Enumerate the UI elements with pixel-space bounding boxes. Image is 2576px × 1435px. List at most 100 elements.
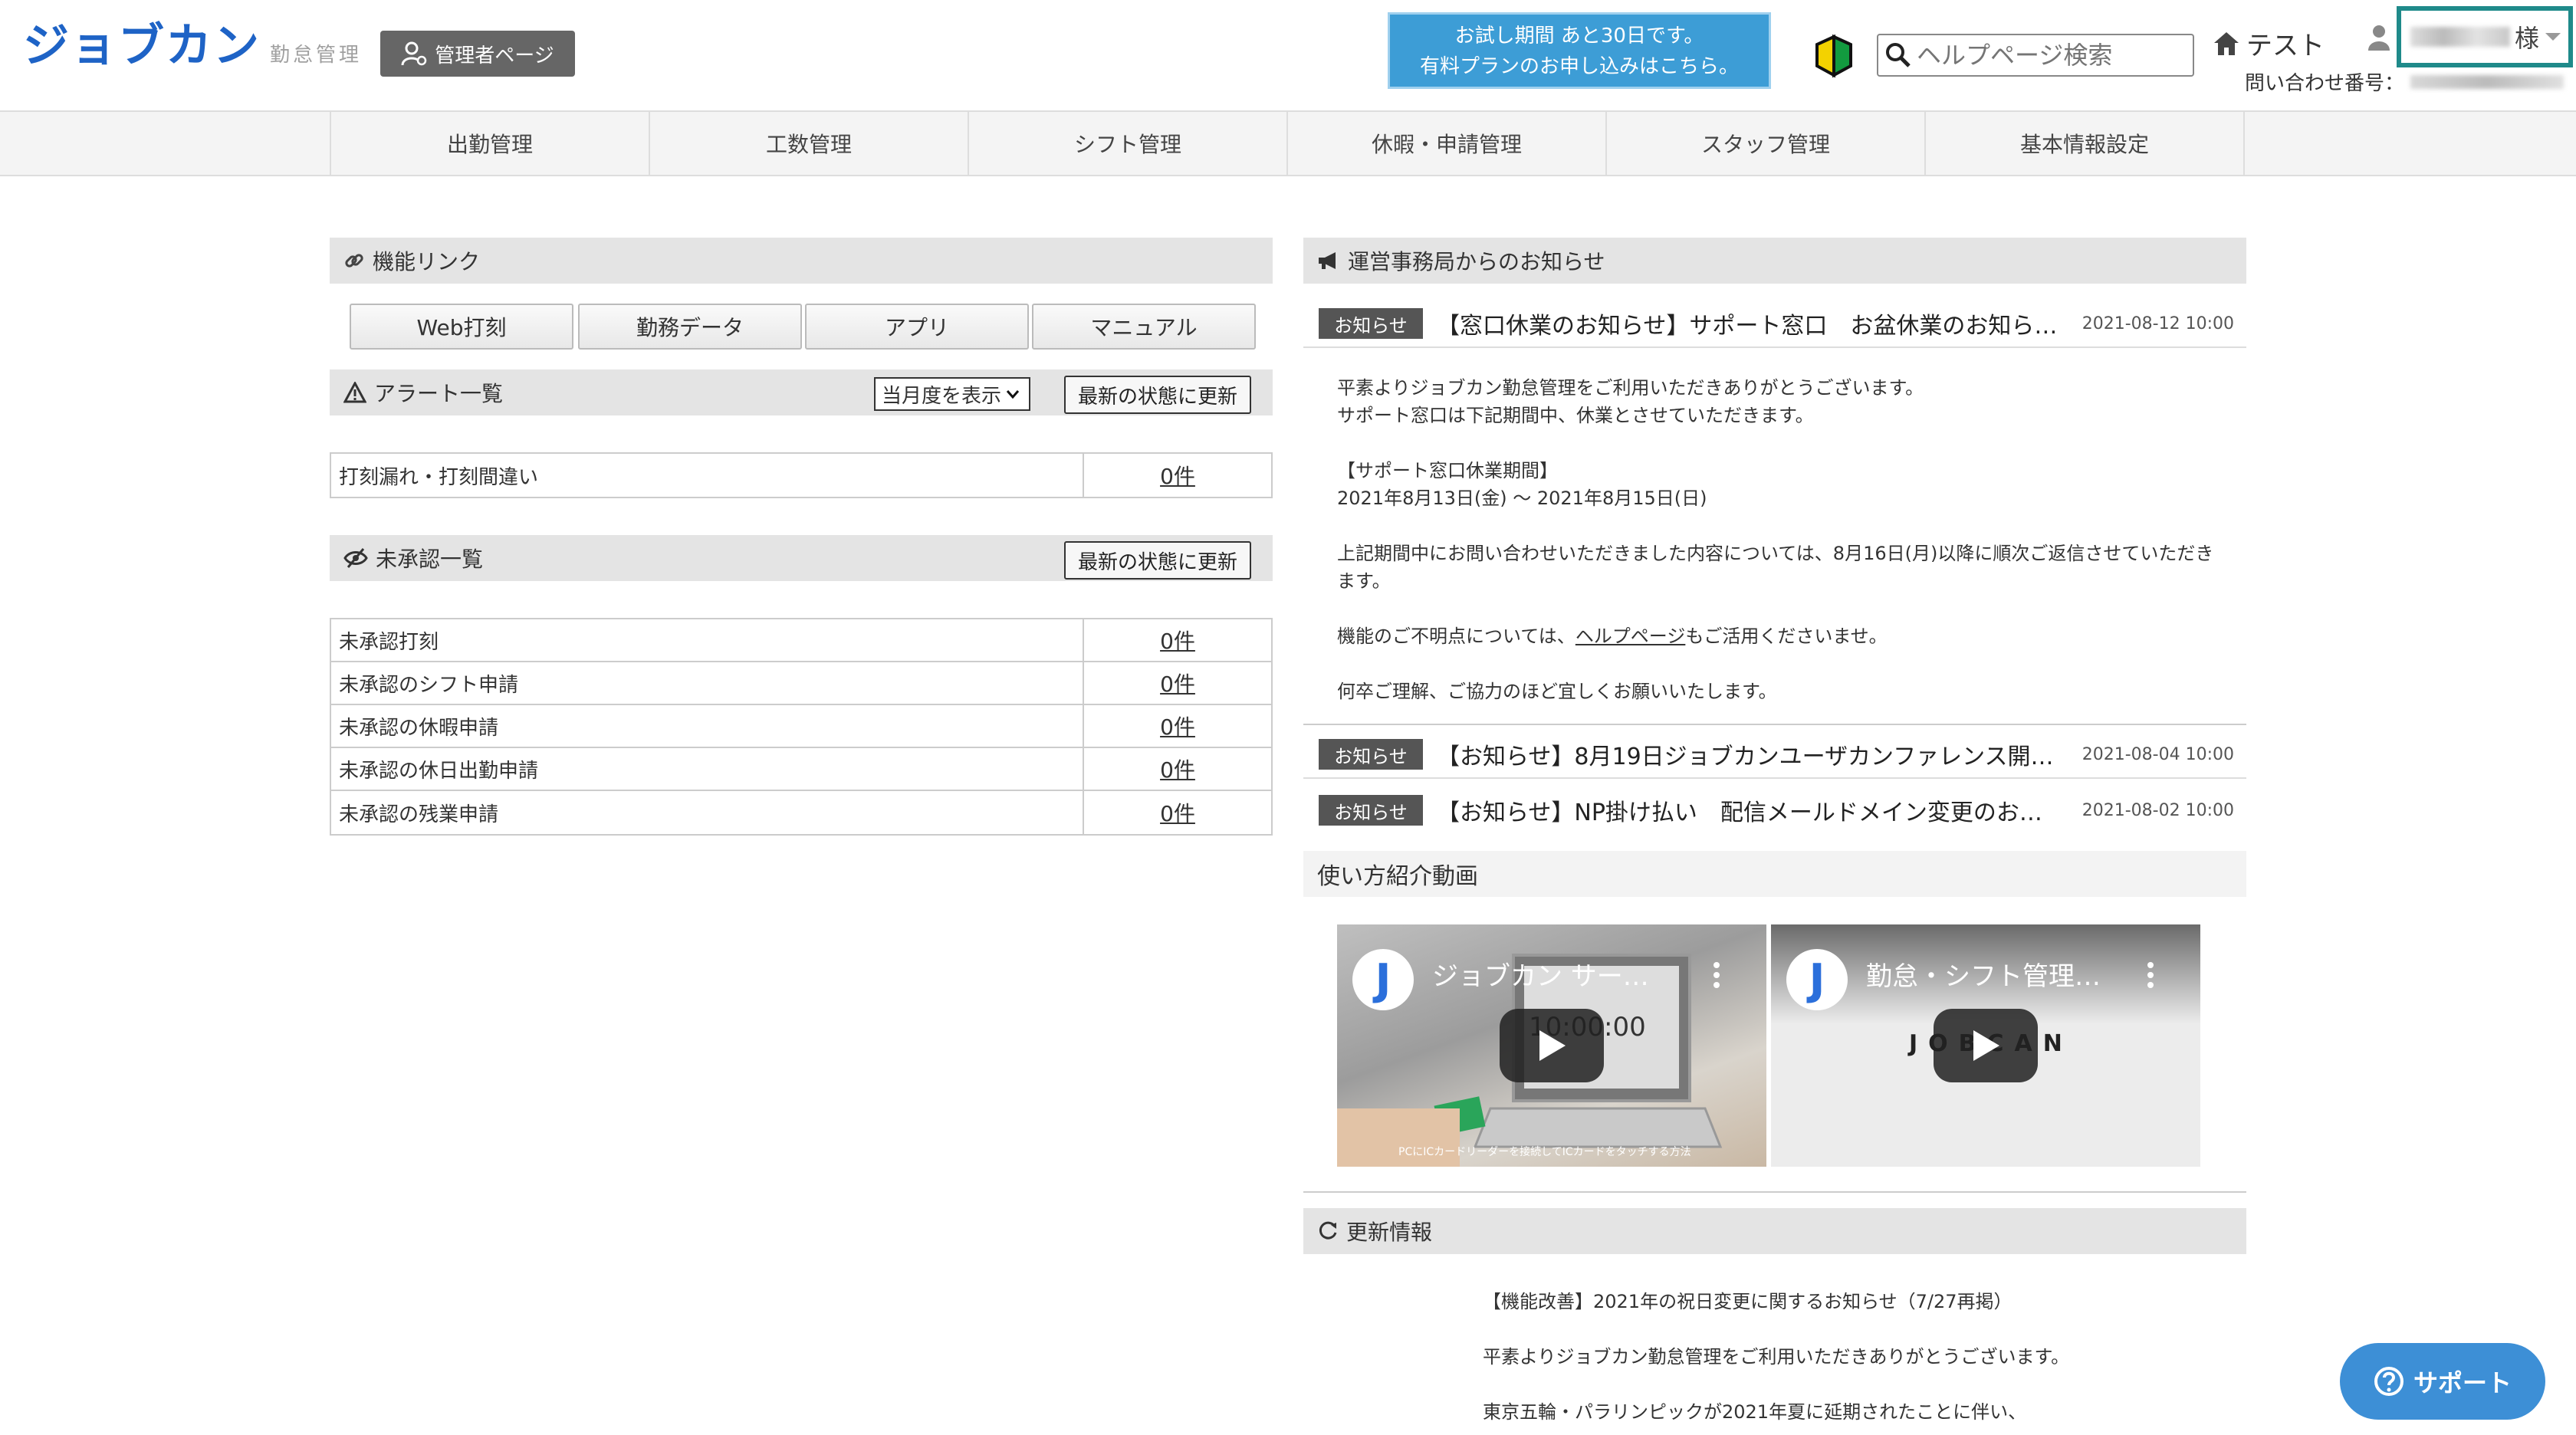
support-label: サポート bbox=[2413, 1368, 2512, 1397]
trial-line-1: お試し期間 あと30日です。 bbox=[1454, 25, 1704, 48]
notice-item-3[interactable]: お知らせ 【お知らせ】NP掛け払い 配信メールドメイン変更のお… 2021-08… bbox=[1303, 786, 2246, 834]
update-line: 東京五輪・パラリンピックが2021年夏に延期されたことに伴い、 bbox=[1483, 1401, 2027, 1423]
notice-body-line: 何卒ご理解、ご協力のほど宜しくお願いいたします。 bbox=[1337, 681, 1777, 702]
help-search-box[interactable] bbox=[1877, 34, 2194, 77]
unapproved-title: 未承認一覧 bbox=[376, 547, 484, 572]
notice-title[interactable]: 【お知らせ】8月19日ジョブカンユーザカンファレンス開… bbox=[1437, 737, 2058, 771]
notice-date: 2021-08-04 10:00 bbox=[2082, 744, 2234, 764]
play-icon bbox=[1539, 1030, 1566, 1061]
nav-leave-requests[interactable]: 休暇・申請管理 bbox=[1288, 112, 1607, 175]
notice-badge: お知らせ bbox=[1319, 739, 1423, 770]
warning-icon bbox=[343, 382, 366, 403]
logo[interactable]: ジョブカン 勤怠管理 bbox=[23, 18, 362, 74]
eye-slash-icon bbox=[343, 548, 368, 568]
unapproved-refresh-button[interactable]: 最新の状態に更新 bbox=[1064, 541, 1251, 580]
nav-shift[interactable]: シフト管理 bbox=[969, 112, 1288, 175]
table-row: 未承認の休暇申請 0件 bbox=[331, 705, 1271, 748]
video-title: 勤怠・シフト管理… bbox=[1866, 961, 2101, 992]
admin-page-button[interactable]: 管理者ページ bbox=[380, 31, 575, 77]
unapproved-count-link[interactable]: 0件 bbox=[1084, 619, 1271, 661]
notice-body-line: 平素よりジョブカン勤怠管理をご利用いただきありがとうございます。 bbox=[1337, 377, 1924, 399]
unapproved-label: 未承認の休暇申請 bbox=[331, 705, 1084, 747]
manual-button[interactable]: マニュアル bbox=[1032, 304, 1256, 350]
megaphone-icon bbox=[1319, 252, 1336, 269]
logo-text: ジョブカン bbox=[23, 19, 261, 73]
beginner-mark-icon[interactable] bbox=[1812, 32, 1855, 81]
help-circle-icon bbox=[2374, 1367, 2404, 1396]
home-link[interactable]: テスト bbox=[2213, 25, 2325, 62]
refresh-icon bbox=[1319, 1221, 1337, 1240]
video-title: ジョブカン サー… bbox=[1432, 961, 1649, 992]
update-heading[interactable]: 【機能改善】2021年の祝日変更に関するお知らせ（7/27再掲） bbox=[1483, 1288, 2069, 1315]
period-select[interactable]: 当月度を表示 bbox=[874, 377, 1030, 411]
table-row: 未承認のシフト申請 0件 bbox=[331, 662, 1271, 705]
table-row: 未承認打刻 0件 bbox=[331, 619, 1271, 662]
table-row: 打刻漏れ・打刻間違い 0件 bbox=[331, 454, 1271, 497]
user-menu[interactable]: 様 bbox=[2397, 6, 2573, 67]
support-button[interactable]: サポート bbox=[2340, 1343, 2545, 1420]
period-select-value: 当月度を表示 bbox=[882, 384, 1002, 408]
video-thumbnail-2[interactable]: JOBCAN J 勤怠・シフト管理… bbox=[1771, 924, 2200, 1167]
logo-subtitle: 勤怠管理 bbox=[270, 44, 363, 67]
unapproved-count-link[interactable]: 0件 bbox=[1084, 791, 1271, 834]
app-button[interactable]: アプリ bbox=[805, 304, 1029, 350]
help-search-input[interactable] bbox=[1917, 41, 2193, 70]
play-icon bbox=[1973, 1030, 1999, 1061]
videos-header: 使い方紹介動画 bbox=[1303, 851, 2246, 897]
unapproved-label: 未承認打刻 bbox=[331, 619, 1084, 661]
link-icon bbox=[345, 254, 363, 268]
notice-body-line: サポート窓口は下記期間中、休業とさせていただきます。 bbox=[1337, 405, 1814, 426]
notice-badge: お知らせ bbox=[1319, 795, 1423, 826]
nav-basic-settings[interactable]: 基本情報設定 bbox=[1926, 112, 2245, 175]
notice-body-text: もご活用くださいませ。 bbox=[1685, 626, 1888, 647]
nav-attendance[interactable]: 出勤管理 bbox=[331, 112, 650, 175]
play-button[interactable] bbox=[1934, 1009, 2038, 1082]
table-row: 未承認の残業申請 0件 bbox=[331, 791, 1271, 834]
alerts-table: 打刻漏れ・打刻間違い 0件 bbox=[330, 452, 1273, 498]
notice-title[interactable]: 【窓口休業のお知らせ】サポート窓口 お盆休業のお知ら… bbox=[1437, 307, 2058, 340]
divider bbox=[1303, 724, 2246, 725]
more-vertical-icon[interactable] bbox=[2147, 961, 2154, 989]
unapproved-label: 未承認のシフト申請 bbox=[331, 662, 1084, 704]
unapproved-label: 未承認の休日出勤申請 bbox=[331, 748, 1084, 790]
notice-body-line: 2021年8月13日(金) 〜 2021年8月15日(日) bbox=[1337, 488, 1707, 509]
alert-count-link[interactable]: 0件 bbox=[1084, 454, 1271, 497]
alerts-refresh-button[interactable]: 最新の状態に更新 bbox=[1064, 376, 1251, 414]
unapproved-count-link[interactable]: 0件 bbox=[1084, 705, 1271, 747]
trial-banner[interactable]: お試し期間 あと30日です。 有料プランのお申し込みはこちら。 bbox=[1388, 12, 1771, 89]
updates-header: 更新情報 bbox=[1303, 1208, 2246, 1254]
notice-body-line: 【サポート窓口休業期間】 bbox=[1337, 460, 1558, 481]
alerts-title: アラート一覧 bbox=[374, 381, 504, 406]
notice-item-1[interactable]: お知らせ 【窓口休業のお知らせ】サポート窓口 お盆休業のお知ら… 2021-08… bbox=[1303, 300, 2246, 348]
search-icon bbox=[1886, 43, 1911, 67]
updates-title: 更新情報 bbox=[1346, 1220, 1433, 1245]
notice-badge: お知らせ bbox=[1319, 308, 1423, 339]
update-line: 平素よりジョブカン勤怠管理をご利用いただきありがとうございます。 bbox=[1483, 1346, 2070, 1368]
notices-title: 運営事務局からのお知らせ bbox=[1348, 249, 1605, 274]
nav-staff[interactable]: スタッフ管理 bbox=[1607, 112, 1926, 175]
contact-number-blurred bbox=[2410, 74, 2564, 89]
home-label: テスト bbox=[2246, 31, 2325, 61]
notice-date: 2021-08-12 10:00 bbox=[2082, 314, 2234, 333]
unapproved-table: 未承認打刻 0件 未承認のシフト申請 0件 未承認の休暇申請 0件 未承認の休日… bbox=[330, 618, 1273, 836]
work-data-button[interactable]: 勤務データ bbox=[578, 304, 802, 350]
web-punch-button[interactable]: Web打刻 bbox=[350, 304, 573, 350]
chevron-down-icon bbox=[1006, 390, 1020, 399]
more-vertical-icon[interactable] bbox=[1713, 961, 1720, 989]
notice-body: 平素よりジョブカン勤怠管理をご利用いただきありがとうございます。 サポート窓口は… bbox=[1337, 374, 2219, 705]
notice-title[interactable]: 【お知らせ】NP掛け払い 配信メールドメイン変更のお… bbox=[1437, 793, 2058, 827]
admin-user-icon bbox=[401, 41, 427, 66]
function-links-title: 機能リンク bbox=[373, 249, 481, 274]
nav-man-hours[interactable]: 工数管理 bbox=[650, 112, 969, 175]
unapproved-count-link[interactable]: 0件 bbox=[1084, 748, 1271, 790]
notices-header: 運営事務局からのお知らせ bbox=[1303, 238, 2246, 284]
video-caption: PCにICカードリーダーを接続してICカードをタッチする方法 bbox=[1398, 1146, 1691, 1158]
admin-page-label: 管理者ページ bbox=[435, 44, 554, 67]
home-icon bbox=[2214, 31, 2239, 55]
notice-item-2[interactable]: お知らせ 【お知らせ】8月19日ジョブカンユーザカンファレンス開… 2021-0… bbox=[1303, 731, 2246, 779]
chevron-down-icon bbox=[2545, 33, 2561, 41]
video-thumbnail-1[interactable]: 10:00:00 PCにICカードリーダーを接続してICカードをタッチする方法 … bbox=[1337, 924, 1766, 1167]
unapproved-count-link[interactable]: 0件 bbox=[1084, 662, 1271, 704]
play-button[interactable] bbox=[1500, 1009, 1604, 1082]
help-page-link[interactable]: ヘルプページ bbox=[1576, 626, 1686, 647]
